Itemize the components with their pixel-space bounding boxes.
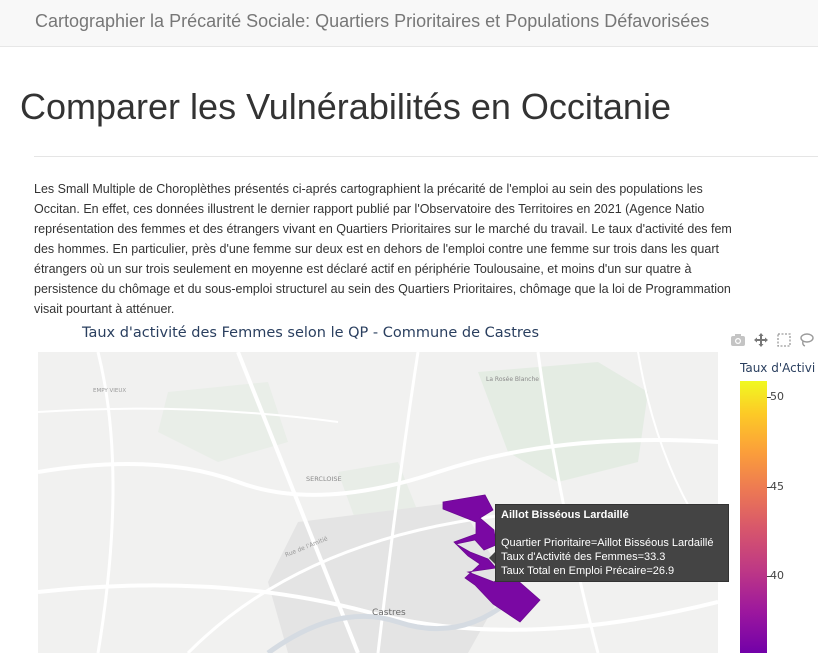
pan-icon[interactable]: [753, 332, 769, 348]
title-divider: [34, 156, 818, 157]
colorbar-tick-label: 50: [770, 390, 784, 403]
lasso-icon[interactable]: [799, 332, 815, 348]
intro-line: Les Small Multiple de Choroplèthes prése…: [34, 182, 703, 196]
intro-line: visait pourtant à atténuer.: [34, 302, 175, 316]
choropleth-map[interactable]: EMPY VIEUX La Rosée Blanche SERCLOISE Ru…: [38, 352, 718, 653]
camera-icon[interactable]: [730, 332, 746, 348]
colorbar-title: Taux d'Activi: [740, 361, 816, 375]
intro-line: représentation des femmes et des étrange…: [34, 222, 732, 236]
intro-paragraph: Les Small Multiple de Choroplèthes prése…: [34, 179, 818, 319]
chart-title: Taux d'activité des Femmes selon le QP -…: [82, 325, 539, 341]
tooltip-taux-precaire: Taux Total en Emploi Précaire=26.9: [501, 565, 675, 577]
intro-line: étrangers où un sur trois seulement en m…: [34, 262, 692, 276]
map-label-north: La Rosée Blanche: [486, 376, 539, 383]
tooltip-title: Aillot Bisséous Lardaillé: [501, 509, 629, 521]
tooltip-spacer: [501, 522, 723, 536]
navbar-brand[interactable]: Cartographier la Précarité Sociale: Quar…: [35, 11, 709, 32]
intro-line: Occitan. En effet, ces données illustren…: [34, 202, 705, 216]
chart-modebar: [730, 332, 815, 348]
map-basemap: EMPY VIEUX La Rosée Blanche SERCLOISE Ru…: [38, 352, 718, 653]
colorbar-tick-label: 40: [770, 569, 784, 582]
tooltip-taux-activite: Taux d'Activité des Femmes=33.3: [501, 551, 666, 563]
map-label-city: Castres: [372, 608, 406, 618]
colorbar-tick-label: 45: [770, 480, 784, 493]
map-label-district: SERCLOISE: [306, 475, 342, 483]
colorbar: [740, 381, 767, 653]
box-select-icon[interactable]: [776, 332, 792, 348]
intro-line: des hommes. En particulier, près d'une f…: [34, 242, 719, 256]
navbar: Cartographier la Précarité Sociale: Quar…: [0, 0, 818, 47]
page-title: Comparer les Vulnérabilités en Occitanie: [20, 86, 671, 127]
map-label-northwest: EMPY VIEUX: [93, 388, 126, 394]
hover-tooltip: Aillot Bisséous Lardaillé Quartier Prior…: [495, 504, 729, 582]
tooltip-quartier: Quartier Prioritaire=Aillot Bisséous Lar…: [501, 537, 714, 549]
intro-line: persistence du chômage et du sous-emploi…: [34, 282, 731, 296]
